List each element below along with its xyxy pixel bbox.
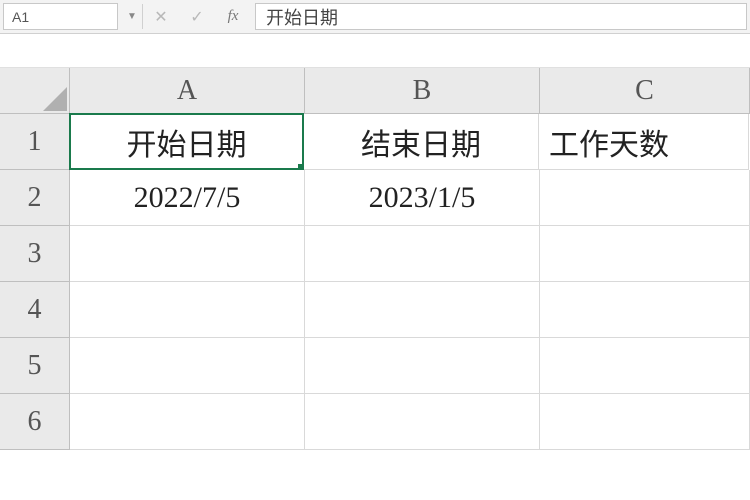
row-header-5[interactable]: 5 — [0, 338, 70, 394]
cell-b1[interactable]: 结束日期 — [304, 114, 539, 170]
column-header-row: A B C — [0, 68, 750, 114]
name-box-dropdown[interactable]: ▼ — [122, 0, 142, 33]
name-box-value: A1 — [12, 9, 29, 25]
cell-a3[interactable] — [70, 226, 305, 282]
column-header-c[interactable]: C — [540, 68, 750, 114]
column-header-a[interactable]: A — [70, 68, 305, 114]
row-1: 1 开始日期 结束日期 工作天数 — [0, 114, 750, 170]
cell-b4[interactable] — [305, 282, 540, 338]
row-2: 2 2022/7/5 2023/1/5 — [0, 170, 750, 226]
x-icon: ✕ — [154, 7, 167, 27]
cell-c3[interactable] — [540, 226, 750, 282]
cell-b6[interactable] — [305, 394, 540, 450]
row-6: 6 — [0, 394, 750, 450]
formula-bar: A1 ▼ ✕ ✓ fx 开始日期 — [0, 0, 750, 34]
cell-b3[interactable] — [305, 226, 540, 282]
check-icon: ✓ — [190, 7, 203, 27]
cell-b2[interactable]: 2023/1/5 — [305, 170, 540, 226]
row-4: 4 — [0, 282, 750, 338]
cell-b5[interactable] — [305, 338, 540, 394]
column-header-b[interactable]: B — [305, 68, 540, 114]
row-3: 3 — [0, 226, 750, 282]
name-box[interactable]: A1 — [3, 3, 118, 30]
spacer — [0, 34, 750, 68]
row-header-4[interactable]: 4 — [0, 282, 70, 338]
row-header-3[interactable]: 3 — [0, 226, 70, 282]
cell-a4[interactable] — [70, 282, 305, 338]
cell-a2[interactable]: 2022/7/5 — [70, 170, 305, 226]
row-header-1[interactable]: 1 — [0, 114, 70, 170]
row-header-2[interactable]: 2 — [0, 170, 70, 226]
chevron-down-icon: ▼ — [127, 11, 137, 22]
fx-icon: fx — [228, 8, 239, 25]
cell-c1[interactable]: 工作天数 — [539, 114, 749, 170]
enter-button[interactable]: ✓ — [179, 0, 215, 33]
cell-a5[interactable] — [70, 338, 305, 394]
insert-function-button[interactable]: fx — [215, 0, 251, 33]
select-all-corner[interactable] — [0, 68, 70, 114]
cell-c5[interactable] — [540, 338, 750, 394]
row-5: 5 — [0, 338, 750, 394]
row-header-6[interactable]: 6 — [0, 394, 70, 450]
cell-a6[interactable] — [70, 394, 305, 450]
formula-input-value: 开始日期 — [266, 4, 338, 30]
cell-a1[interactable]: 开始日期 — [69, 113, 304, 170]
cell-c4[interactable] — [540, 282, 750, 338]
cell-c2[interactable] — [540, 170, 750, 226]
spreadsheet-grid: A B C 1 开始日期 结束日期 工作天数 2 2022/7/5 2023/1… — [0, 68, 750, 450]
cancel-button[interactable]: ✕ — [143, 0, 179, 33]
cell-c6[interactable] — [540, 394, 750, 450]
formula-input[interactable]: 开始日期 — [255, 3, 747, 30]
